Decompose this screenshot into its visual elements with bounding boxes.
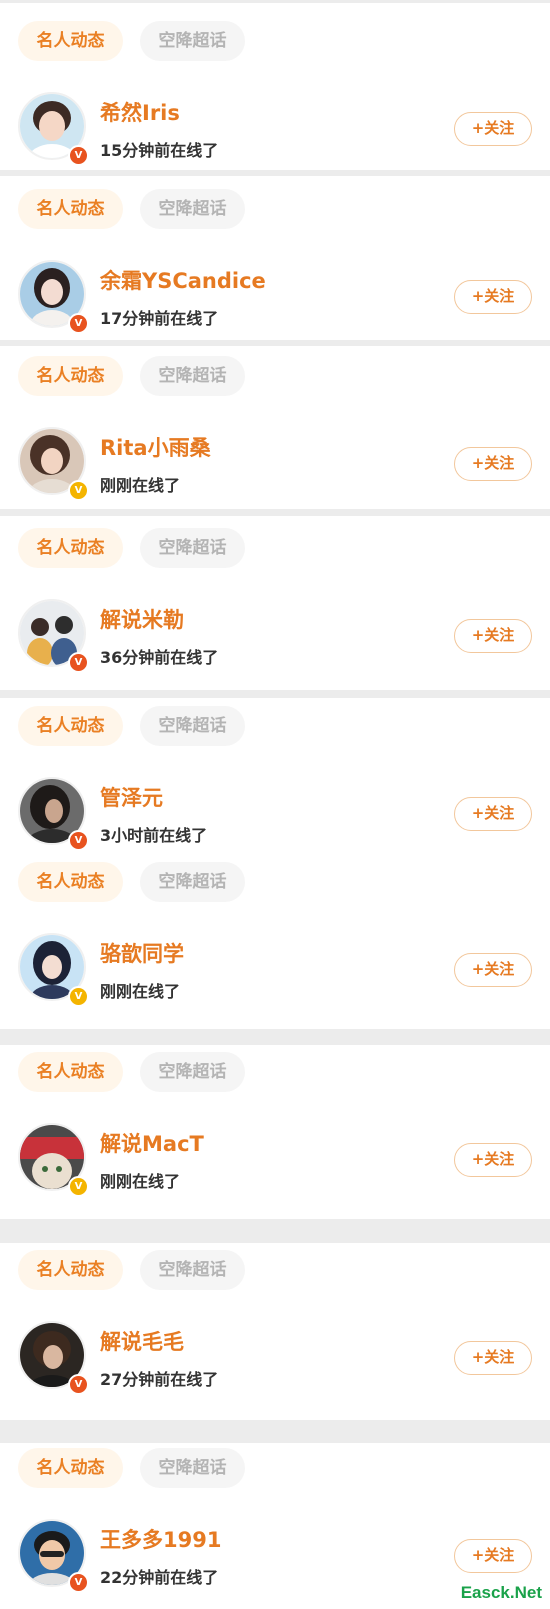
follow-button[interactable]: +关注 — [454, 280, 532, 314]
user-name[interactable]: 骆歆同学 — [100, 938, 184, 968]
card-tabs: 名人动态 空降超话 — [18, 1448, 245, 1488]
user-card: 名人动态 空降超话 V 骆歆同学 刚刚在线了 +关注 — [0, 846, 550, 1007]
user-card: 名人动态 空降超话 V 希然Iris 15分钟前在线了 +关注 — [0, 5, 550, 166]
card-tabs: 名人动态 空降超话 — [18, 189, 245, 229]
watermark: Easck.Net — [456, 1583, 546, 1603]
tab-celebrity-news[interactable]: 名人动态 — [18, 528, 123, 568]
online-status: 刚刚在线了 — [100, 476, 181, 495]
online-status: 刚刚在线了 — [100, 982, 181, 1001]
user-name[interactable]: 管泽元 — [100, 782, 163, 812]
card-tabs: 名人动态 空降超话 — [18, 706, 245, 746]
user-name[interactable]: 解说米勒 — [100, 604, 184, 634]
card-tabs: 名人动态 空降超话 — [18, 21, 245, 61]
online-status: 36分钟前在线了 — [100, 648, 219, 667]
user-name[interactable]: 解说毛毛 — [100, 1326, 184, 1356]
tab-celebrity-news[interactable]: 名人动态 — [18, 706, 123, 746]
card-tabs: 名人动态 空降超话 — [18, 862, 245, 902]
user-card: 名人动态 空降超话 V 解说米勒 36分钟前在线了 +关注 — [0, 512, 550, 673]
follow-button[interactable]: +关注 — [454, 1143, 532, 1177]
follow-button[interactable]: +关注 — [454, 1539, 532, 1573]
verified-badge-icon: V — [68, 480, 89, 501]
card-tabs: 名人动态 空降超话 — [18, 528, 245, 568]
follow-button[interactable]: +关注 — [454, 447, 532, 481]
verified-badge-icon: V — [68, 986, 89, 1007]
user-card: 名人动态 空降超话 V 解说MacT 刚刚在线了 +关注 — [0, 1036, 550, 1197]
tab-airdrop-supertopic[interactable]: 空降超话 — [140, 1052, 245, 1092]
verified-badge-icon: V — [68, 145, 89, 166]
user-card: 名人动态 空降超话 V 解说毛毛 27分钟前在线了 +关注 — [0, 1234, 550, 1395]
online-status: 17分钟前在线了 — [100, 309, 219, 328]
tab-celebrity-news[interactable]: 名人动态 — [18, 189, 123, 229]
follow-button[interactable]: +关注 — [454, 797, 532, 831]
online-status: 27分钟前在线了 — [100, 1370, 219, 1389]
card-tabs: 名人动态 空降超话 — [18, 1250, 245, 1290]
user-name[interactable]: 余霜YSCandice — [100, 265, 266, 295]
tab-celebrity-news[interactable]: 名人动态 — [18, 1250, 123, 1290]
follow-button[interactable]: +关注 — [454, 953, 532, 987]
user-name[interactable]: Rita小雨桑 — [100, 432, 211, 462]
card-tabs: 名人动态 空降超话 — [18, 356, 245, 396]
follow-button[interactable]: +关注 — [454, 619, 532, 653]
tab-airdrop-supertopic[interactable]: 空降超话 — [140, 862, 245, 902]
card-tabs: 名人动态 空降超话 — [18, 1052, 245, 1092]
online-status: 15分钟前在线了 — [100, 141, 219, 160]
user-card: 名人动态 空降超话 V 王多多1991 22分钟前在线了 +关注 — [0, 1432, 550, 1593]
user-name[interactable]: 解说MacT — [100, 1128, 204, 1158]
verified-badge-icon: V — [68, 1176, 89, 1197]
tab-airdrop-supertopic[interactable]: 空降超话 — [140, 356, 245, 396]
online-status: 刚刚在线了 — [100, 1172, 181, 1191]
follow-button[interactable]: +关注 — [454, 1341, 532, 1375]
user-card: 名人动态 空降超话 V 管泽元 3小时前在线了 +关注 — [0, 690, 550, 851]
online-status: 22分钟前在线了 — [100, 1568, 219, 1587]
tab-airdrop-supertopic[interactable]: 空降超话 — [140, 706, 245, 746]
online-status: 3小时前在线了 — [100, 826, 208, 845]
user-name[interactable]: 希然Iris — [100, 97, 180, 127]
tab-airdrop-supertopic[interactable]: 空降超话 — [140, 1250, 245, 1290]
verified-badge-icon: V — [68, 1572, 89, 1593]
follow-button[interactable]: +关注 — [454, 112, 532, 146]
tab-celebrity-news[interactable]: 名人动态 — [18, 862, 123, 902]
tab-celebrity-news[interactable]: 名人动态 — [18, 21, 123, 61]
verified-badge-icon: V — [68, 652, 89, 673]
tab-airdrop-supertopic[interactable]: 空降超话 — [140, 528, 245, 568]
tab-airdrop-supertopic[interactable]: 空降超话 — [140, 189, 245, 229]
tab-celebrity-news[interactable]: 名人动态 — [18, 356, 123, 396]
user-card: 名人动态 空降超话 V 余霜YSCandice 17分钟前在线了 +关注 — [0, 173, 550, 334]
tab-celebrity-news[interactable]: 名人动态 — [18, 1052, 123, 1092]
tab-airdrop-supertopic[interactable]: 空降超话 — [140, 1448, 245, 1488]
user-card: 名人动态 空降超话 V Rita小雨桑 刚刚在线了 +关注 — [0, 340, 550, 501]
verified-badge-icon: V — [68, 313, 89, 334]
section-divider — [0, 0, 550, 3]
verified-badge-icon: V — [68, 1374, 89, 1395]
user-name[interactable]: 王多多1991 — [100, 1524, 221, 1554]
tab-airdrop-supertopic[interactable]: 空降超话 — [140, 21, 245, 61]
tab-celebrity-news[interactable]: 名人动态 — [18, 1448, 123, 1488]
